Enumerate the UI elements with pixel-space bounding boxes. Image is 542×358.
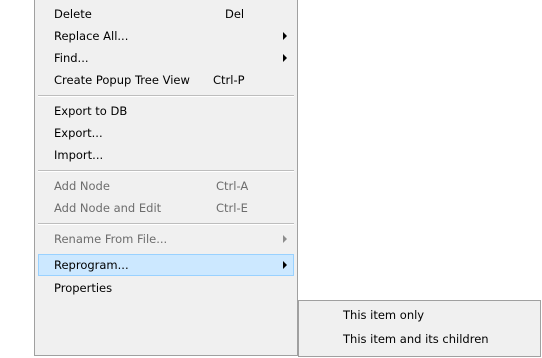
menu-item-label: Export to DB [54, 104, 128, 118]
menu-item-label: Add Node [54, 179, 110, 193]
menu-item-shortcut: Ctrl-A [216, 179, 249, 193]
menu-item-label: Properties [54, 281, 113, 295]
menu-item-label: Find... [54, 51, 89, 65]
menu-item-label: Export... [54, 126, 103, 140]
menu-item-add-node-and-edit: Add Node and Edit Ctrl-E [38, 197, 294, 219]
menu-item-label: Import... [54, 148, 104, 162]
menu-item-shortcut: Ctrl-P [213, 73, 245, 87]
menu-item-delete[interactable]: Delete Del [38, 3, 294, 25]
submenu-item-label: This item only [343, 308, 425, 322]
menu-item-label: Delete [54, 7, 92, 21]
menu-item-export-to-db[interactable]: Export to DB [38, 100, 294, 122]
context-menu: Delete Del Replace All... Find... Create… [34, 0, 298, 356]
menu-item-label: Create Popup Tree View [54, 73, 190, 87]
menu-item-create-popup-tree-view[interactable]: Create Popup Tree View Ctrl-P [38, 69, 294, 91]
menu-item-shortcut: Ctrl-E [216, 201, 248, 215]
menu-item-reprogram[interactable]: Reprogram... [38, 254, 294, 276]
menu-item-export[interactable]: Export... [38, 122, 294, 144]
submenu-item-this-item-only[interactable]: This item only [302, 304, 537, 326]
menu-separator [38, 95, 294, 97]
menu-item-label: Reprogram... [54, 258, 129, 272]
menu-item-find[interactable]: Find... [38, 47, 294, 69]
submenu-arrow-icon [283, 235, 287, 243]
menu-item-add-node: Add Node Ctrl-A [38, 175, 294, 197]
menu-item-rename-from-file: Rename From File... [38, 228, 294, 250]
menu-item-replace-all[interactable]: Replace All... [38, 25, 294, 47]
menu-separator [38, 223, 294, 225]
menu-item-label: Replace All... [54, 29, 129, 43]
menu-item-label: Rename From File... [54, 232, 168, 246]
reprogram-submenu: This item only This item and its childre… [298, 300, 541, 357]
submenu-arrow-icon [283, 54, 287, 62]
menu-item-shortcut: Del [225, 7, 245, 21]
menu-separator [38, 170, 294, 172]
submenu-arrow-icon [283, 32, 287, 40]
menu-item-label: Add Node and Edit [54, 201, 162, 215]
submenu-item-this-item-and-children[interactable]: This item and its children [302, 328, 537, 350]
menu-item-import[interactable]: Import... [38, 144, 294, 166]
submenu-item-label: This item and its children [343, 332, 489, 346]
submenu-arrow-icon [283, 261, 287, 269]
menu-item-properties[interactable]: Properties [38, 277, 294, 299]
